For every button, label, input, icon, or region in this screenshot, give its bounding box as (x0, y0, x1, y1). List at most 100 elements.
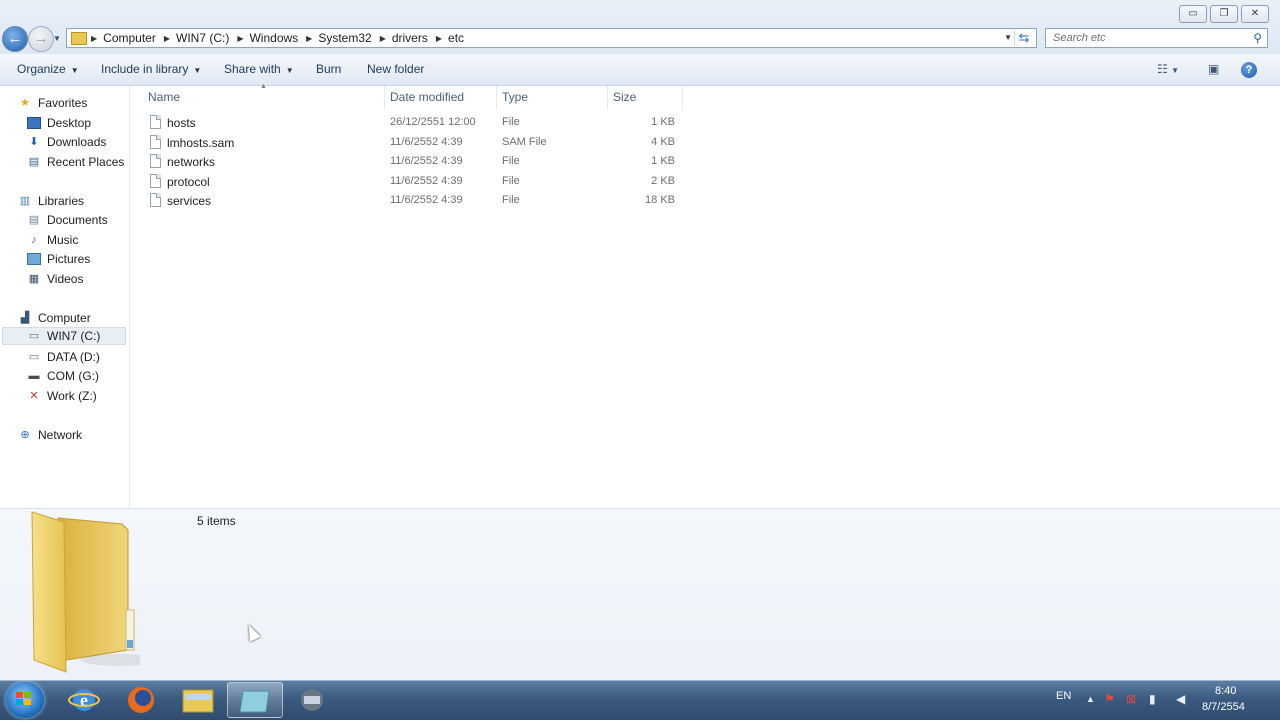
show-hidden-icons-icon[interactable]: ▲ (1086, 694, 1095, 704)
nav-item-com-g[interactable]: ▬ COM (G:) (27, 367, 100, 385)
chevron-down-icon: ▼ (70, 66, 79, 75)
command-bar: Organize ▼ Include in library ▼ Share with… (0, 54, 1280, 86)
breadcrumb-item[interactable]: drivers (392, 31, 428, 45)
clock-date[interactable]: 8/7/2554 (1202, 701, 1245, 713)
volume-icon[interactable]: ◀ (1176, 692, 1185, 706)
breadcrumb-item[interactable]: System32 (318, 31, 371, 45)
restore-button[interactable]: ❐ (1210, 5, 1238, 23)
language-indicator[interactable]: EN (1056, 690, 1071, 702)
taskbar-firefox[interactable] (113, 682, 169, 718)
file-name: services (167, 194, 212, 208)
network-warning-icon[interactable]: ⊠ (1126, 692, 1136, 706)
file-name: hosts (167, 116, 196, 130)
file-date: 11/6/2552 4:39 (390, 136, 463, 148)
taskbar-windows-explorer[interactable] (170, 682, 226, 718)
nav-item-downloads[interactable]: ⬇ Downloads (27, 133, 106, 151)
breadcrumb-separator-icon[interactable]: ▶ (164, 34, 170, 43)
change-view-icon[interactable]: ☷ ▼ (1157, 62, 1179, 76)
disconnected-network-drive-icon: ✕ (29, 390, 39, 402)
address-bar[interactable]: ▶ Computer ▶ WIN7 (C:) ▶ Windows ▶ System32 ▶ dri… (66, 28, 1037, 48)
file-row[interactable]: lmhosts.sam 11/6/2552 4:39 SAM File 4 KB (147, 134, 687, 153)
new-folder-button[interactable]: New folder (367, 62, 424, 76)
file-date: 11/6/2552 4:39 (390, 175, 463, 187)
nav-item-desktop[interactable]: Desktop (27, 114, 91, 132)
help-icon[interactable]: ? (1241, 62, 1257, 78)
close-button[interactable]: ✕ (1241, 5, 1269, 23)
details-pane (0, 508, 1280, 680)
forward-button[interactable]: → (28, 26, 54, 52)
nav-item-win7-c[interactable]: ▭ WIN7 (C:) (2, 327, 126, 345)
nav-item-recent-places[interactable]: ▤ Recent Places (27, 153, 125, 171)
nav-computer[interactable]: ▟ Computer (18, 309, 91, 327)
nav-item-pictures[interactable]: Pictures (27, 250, 90, 268)
file-size: 1 KB (651, 155, 675, 167)
column-header-name[interactable]: Name (148, 90, 180, 110)
pictures-icon (27, 253, 41, 265)
column-divider[interactable] (607, 86, 608, 110)
breadcrumb-separator-icon[interactable]: ▶ (91, 34, 97, 43)
star-icon: ★ (20, 97, 30, 109)
file-row[interactable]: services 11/6/2552 4:39 File 18 KB (147, 192, 687, 211)
notepad-icon (239, 690, 270, 713)
nav-item-label: DATA (D:) (47, 350, 100, 364)
column-header-date-modified[interactable]: Date modified (390, 90, 464, 110)
chevron-down-icon: ▼ (285, 66, 294, 75)
burn-button[interactable]: Burn (316, 62, 341, 76)
breadcrumb-item[interactable]: Computer (103, 31, 156, 45)
taskbar-app[interactable] (284, 682, 340, 718)
clock-time[interactable]: 8:40 (1215, 685, 1236, 697)
nav-item-videos[interactable]: ▦ Videos (27, 270, 84, 288)
breadcrumb-separator-icon[interactable]: ▶ (436, 34, 442, 43)
minimize-button[interactable]: ▭ (1179, 5, 1207, 23)
windows-flag-icon (16, 692, 31, 705)
recent-pages-dropdown-icon[interactable]: ▼ (53, 34, 61, 43)
column-divider[interactable] (682, 86, 683, 110)
nav-favorites[interactable]: ★ Favorites (18, 94, 87, 112)
back-button[interactable]: ← (2, 26, 28, 52)
breadcrumb-item[interactable]: WIN7 (C:) (176, 31, 229, 45)
breadcrumb: ▶ Computer ▶ WIN7 (C:) ▶ Windows ▶ System32 ▶ dri… (91, 29, 472, 47)
breadcrumb-separator-icon[interactable]: ▶ (237, 34, 243, 43)
column-header-type[interactable]: Type (502, 90, 528, 110)
nav-network[interactable]: ⊕ Network (18, 426, 82, 444)
application-icon (301, 689, 323, 711)
organize-button[interactable]: Organize ▼ (17, 62, 79, 76)
documents-icon: ▤ (28, 214, 40, 226)
search-icon[interactable]: ⚲ (1253, 31, 1262, 45)
file-row[interactable]: hosts 26/12/2551 12:00 File 1 KB (147, 114, 687, 133)
include-in-library-button[interactable]: Include in library ▼ (101, 62, 201, 76)
breadcrumb-separator-icon[interactable]: ▶ (306, 34, 312, 43)
drive-icon: ▭ (28, 330, 40, 342)
downloads-icon: ⬇ (29, 136, 39, 148)
file-icon (150, 154, 161, 168)
address-history-dropdown-icon[interactable]: ▼ (1004, 33, 1012, 42)
column-divider[interactable] (496, 86, 497, 110)
breadcrumb-item[interactable]: Windows (249, 31, 298, 45)
taskbar-notepad[interactable] (227, 682, 283, 718)
refresh-icon[interactable]: ⇆ (1014, 30, 1033, 46)
sort-ascending-icon: ▲ (260, 83, 267, 90)
file-row[interactable]: protocol 11/6/2552 4:39 File 2 KB (147, 173, 687, 192)
breadcrumb-separator-icon[interactable]: ▶ (380, 34, 386, 43)
column-header-size[interactable]: Size (613, 90, 636, 110)
file-type: File (502, 194, 520, 206)
preview-pane-icon[interactable]: ▣ (1208, 62, 1219, 76)
file-date: 26/12/2551 12:00 (390, 116, 476, 128)
nav-item-work-z[interactable]: ✕ Work (Z:) (27, 387, 96, 405)
nav-libraries[interactable]: ▥ Libraries (18, 192, 84, 210)
nav-item-label: WIN7 (C:) (47, 329, 101, 343)
nav-item-data-d[interactable]: ▭ DATA (D:) (27, 348, 100, 366)
share-with-button[interactable]: Share with ▼ (224, 62, 294, 76)
action-center-icon[interactable]: ⚑ (1104, 692, 1115, 706)
nav-item-documents[interactable]: ▤ Documents (27, 211, 108, 229)
nav-item-music[interactable]: ♪ Music (27, 231, 78, 249)
breadcrumb-item[interactable]: etc (448, 31, 464, 45)
file-row[interactable]: networks 11/6/2552 4:39 File 1 KB (147, 153, 687, 172)
computer-icon: ▟ (20, 312, 30, 324)
column-divider[interactable] (384, 86, 385, 110)
taskbar-internet-explorer[interactable]: e (56, 682, 112, 718)
desktop-icon (27, 117, 41, 129)
signal-icon[interactable]: ▮ (1149, 692, 1156, 706)
search-input[interactable]: Search etc ⚲ (1045, 28, 1268, 48)
file-name: networks (167, 155, 216, 169)
